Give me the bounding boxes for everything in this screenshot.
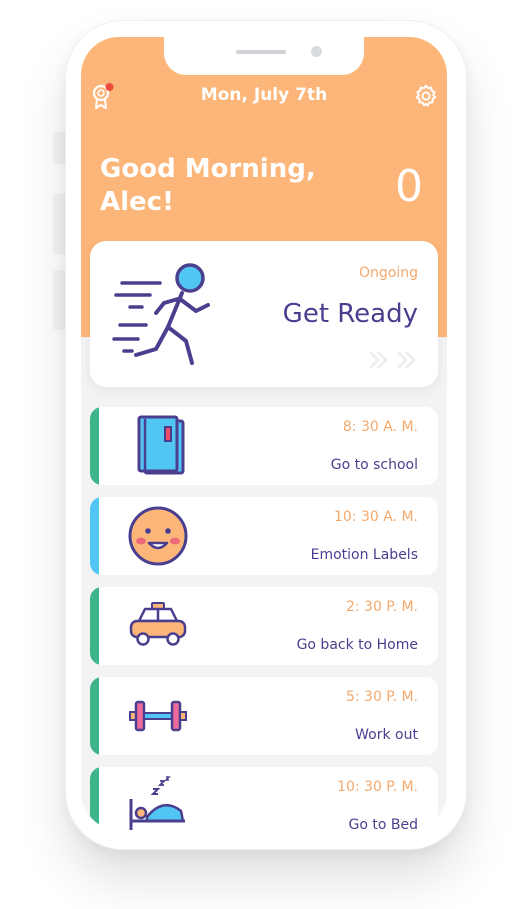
task-status-label: Ongoing bbox=[359, 265, 418, 281]
task-name: Work out bbox=[355, 727, 418, 743]
current-task-title: Get Ready bbox=[282, 299, 418, 329]
phone-notch bbox=[164, 37, 364, 75]
smiley-face-icon bbox=[128, 506, 188, 566]
front-camera bbox=[311, 46, 322, 57]
side-button-silent bbox=[53, 132, 65, 164]
double-chevron-right-icon[interactable] bbox=[368, 351, 420, 369]
task-item-go-home[interactable]: 2: 30 P. M. Go back to Home bbox=[90, 587, 438, 665]
task-color-bar bbox=[90, 677, 99, 755]
date-label: Mon, July 7th bbox=[200, 85, 328, 105]
task-time: 2: 30 P. M. bbox=[345, 599, 418, 615]
greeting-line-1: Good Morning, bbox=[100, 154, 316, 184]
current-task-card[interactable]: Ongoing Get Ready bbox=[90, 241, 438, 387]
book-icon bbox=[137, 415, 185, 475]
app-screen: Mon, July 7th Good Morning, Alec! 0 Ongo… bbox=[81, 37, 447, 830]
points-counter: 0 bbox=[395, 161, 423, 212]
task-color-bar bbox=[90, 767, 99, 830]
task-name: Go back to Home bbox=[296, 637, 418, 653]
running-person-icon bbox=[112, 263, 210, 365]
task-item-work-out[interactable]: 5: 30 P. M. Work out bbox=[90, 677, 438, 755]
side-button-volume-down bbox=[53, 270, 65, 330]
task-time: 8: 30 A. M. bbox=[342, 419, 418, 435]
gear-icon[interactable] bbox=[414, 84, 438, 108]
greeting-heading: Good Morning, Alec! bbox=[100, 153, 316, 219]
task-item-emotion-labels[interactable]: 10: 30 A. M. Emotion Labels bbox=[90, 497, 438, 575]
side-button-volume-up bbox=[53, 194, 65, 254]
task-name: Emotion Labels bbox=[310, 547, 418, 563]
task-color-bar bbox=[90, 407, 99, 485]
taxi-icon bbox=[129, 602, 187, 646]
task-color-bar bbox=[90, 497, 99, 575]
task-item-school[interactable]: 8: 30 A. M. Go to school bbox=[90, 407, 438, 485]
task-time: 5: 30 P. M. bbox=[345, 689, 418, 705]
task-color-bar bbox=[90, 587, 99, 665]
task-item-go-to-bed[interactable]: 10: 30 P. M. Go to Bed bbox=[90, 767, 438, 830]
greeting-user-name: Alec! bbox=[100, 187, 174, 217]
task-name: Go to Bed bbox=[348, 817, 418, 830]
task-time: 10: 30 P. M. bbox=[337, 779, 418, 795]
task-time: 10: 30 A. M. bbox=[333, 509, 418, 525]
speaker-grille bbox=[236, 50, 286, 54]
task-name: Go to school bbox=[330, 457, 418, 473]
dumbbell-icon bbox=[129, 700, 187, 732]
sleeping-icon bbox=[129, 776, 185, 830]
